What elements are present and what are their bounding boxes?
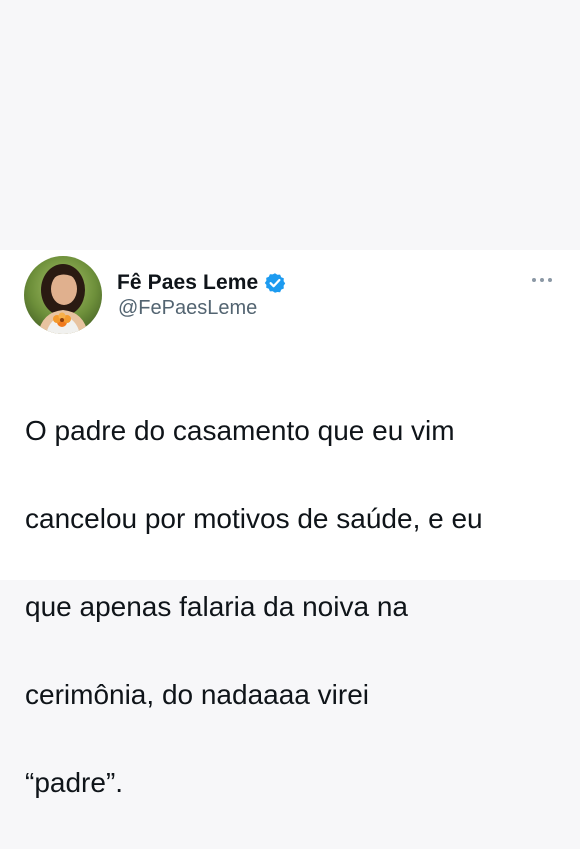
tweet-text-line: cerimônia, do nadaaaa virei (25, 679, 369, 710)
tweet-text: O padre do casamento que eu vim cancelou… (25, 365, 570, 849)
author-handle[interactable]: @FePaesLeme (118, 297, 257, 320)
tweet-text-line: que apenas falaria da noiva na (25, 591, 408, 622)
verified-badge-icon (264, 272, 286, 294)
tweet-card[interactable]: Fê Paes Leme @FePaesLeme O padre do casa… (0, 250, 580, 798)
tweet-text-line: “padre”. (25, 767, 124, 798)
avatar[interactable] (24, 256, 102, 334)
avatar-photo (24, 256, 102, 334)
author-name-row[interactable]: Fê Paes Leme (117, 268, 286, 298)
author-display-name[interactable]: Fê Paes Leme (117, 271, 258, 295)
blank-top-area (0, 0, 580, 250)
more-options-icon[interactable] (528, 272, 556, 288)
tweet-text-line: O padre do casamento que eu vim (25, 415, 455, 446)
tweet-text-line: cancelou por motivos de saúde, e eu (25, 503, 483, 534)
